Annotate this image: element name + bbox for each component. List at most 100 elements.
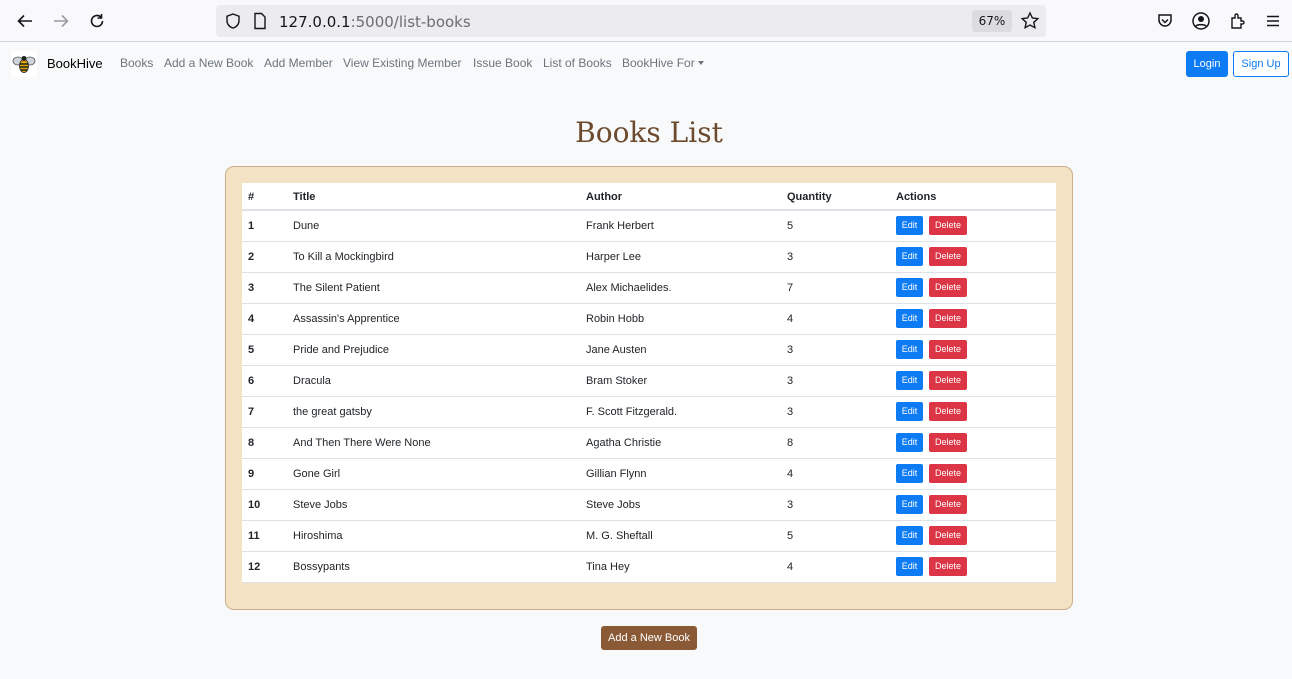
header-quantity: Quantity bbox=[787, 191, 832, 203]
row-title: Hiroshima bbox=[293, 530, 343, 542]
brand-name[interactable]: BookHive bbox=[47, 56, 103, 71]
table-row: 8 And Then There Were None Agatha Christie… bbox=[242, 428, 1056, 459]
row-title: Bossypants bbox=[293, 561, 350, 573]
row-author: F. Scott Fitzgerald. bbox=[586, 406, 678, 418]
row-quantity: 5 bbox=[787, 220, 794, 232]
delete-button[interactable]: Delete bbox=[929, 340, 967, 359]
delete-button[interactable]: Delete bbox=[929, 495, 967, 514]
signup-button[interactable]: Sign Up bbox=[1233, 51, 1289, 77]
row-number: 2 bbox=[248, 251, 255, 263]
row-title: Pride and Prejudice bbox=[293, 344, 390, 356]
edit-button[interactable]: Edit bbox=[896, 340, 923, 359]
delete-button[interactable]: Delete bbox=[929, 557, 967, 576]
login-button[interactable]: Login bbox=[1186, 51, 1228, 77]
table-row: 7 the great gatsby F. Scott Fitzgerald. 3 Ed… bbox=[242, 397, 1056, 428]
row-quantity: 3 bbox=[787, 406, 794, 418]
add-new-book-button[interactable]: Add a New Book bbox=[601, 626, 697, 650]
edit-button[interactable]: Edit bbox=[896, 216, 923, 235]
edit-button[interactable]: Edit bbox=[896, 247, 923, 266]
table-row: 6 Dracula Bram Stoker 3 Edit Delete bbox=[242, 366, 1056, 397]
row-quantity: 3 bbox=[787, 499, 794, 511]
row-author: Robin Hobb bbox=[586, 313, 645, 325]
edit-button[interactable]: Edit bbox=[896, 557, 923, 576]
books-panel: # Title Author Quantity Actions 1 Dune Fra… bbox=[225, 166, 1073, 610]
nav-link-add-member[interactable]: Add Member bbox=[264, 56, 333, 70]
url-host: 127.0.0.1 bbox=[279, 13, 351, 31]
nav-link-add-new-book[interactable]: Add a New Book bbox=[164, 56, 253, 70]
edit-button[interactable]: Edit bbox=[896, 278, 923, 297]
nav-dropdown-bookhive-for[interactable]: BookHive For bbox=[622, 56, 704, 70]
row-quantity: 7 bbox=[787, 282, 794, 294]
delete-button[interactable]: Delete bbox=[929, 433, 967, 452]
row-number: 10 bbox=[248, 499, 261, 511]
caret-down-icon bbox=[697, 61, 704, 65]
table-header: # Title Author Quantity Actions bbox=[242, 183, 1056, 211]
account-icon[interactable] bbox=[1188, 8, 1214, 34]
bee-logo-icon[interactable] bbox=[11, 51, 37, 77]
row-number: 3 bbox=[248, 282, 255, 294]
nav-link-books[interactable]: Books bbox=[120, 56, 153, 70]
row-author: Tina Hey bbox=[586, 561, 630, 573]
row-title: To Kill a Mockingbird bbox=[293, 251, 394, 263]
row-title: And Then There Were None bbox=[293, 437, 431, 449]
row-author: Steve Jobs bbox=[586, 499, 641, 511]
edit-button[interactable]: Edit bbox=[896, 495, 923, 514]
row-title: the great gatsby bbox=[293, 406, 372, 418]
delete-button[interactable]: Delete bbox=[929, 216, 967, 235]
reload-icon[interactable] bbox=[84, 8, 110, 34]
table-row: 5 Pride and Prejudice Jane Austen 3 Edit Dele… bbox=[242, 335, 1056, 366]
table-row: 4 Assassin's Apprentice Robin Hobb 4 Edit Del… bbox=[242, 304, 1056, 335]
table-row: 12 Bossypants Tina Hey 4 Edit Delete bbox=[242, 552, 1056, 583]
row-quantity: 3 bbox=[787, 344, 794, 356]
delete-button[interactable]: Delete bbox=[929, 309, 967, 328]
back-icon[interactable] bbox=[12, 8, 38, 34]
edit-button[interactable]: Edit bbox=[896, 433, 923, 452]
pocket-icon[interactable] bbox=[1152, 8, 1178, 34]
nav-link-list-of-books[interactable]: List of Books bbox=[543, 56, 612, 70]
delete-button[interactable]: Delete bbox=[929, 464, 967, 483]
shield-icon[interactable] bbox=[224, 12, 242, 35]
delete-button[interactable]: Delete bbox=[929, 402, 967, 421]
menu-icon[interactable] bbox=[1260, 8, 1286, 34]
edit-button[interactable]: Edit bbox=[896, 526, 923, 545]
row-quantity: 3 bbox=[787, 251, 794, 263]
page-icon bbox=[252, 12, 268, 35]
zoom-level[interactable]: 67% bbox=[972, 10, 1012, 32]
edit-button[interactable]: Edit bbox=[896, 309, 923, 328]
table-row: 1 Dune Frank Herbert 5 Edit Delete bbox=[242, 211, 1056, 242]
nav-link-view-existing-member[interactable]: View Existing Member bbox=[343, 56, 462, 70]
row-title: Steve Jobs bbox=[293, 499, 348, 511]
table-row: 3 The Silent Patient Alex Michaelides. 7 Edi… bbox=[242, 273, 1056, 304]
row-number: 5 bbox=[248, 344, 255, 356]
site-navbar: BookHive Books Add a New Book Add Member… bbox=[0, 42, 1292, 85]
row-title: Dracula bbox=[293, 375, 331, 387]
row-quantity: 3 bbox=[787, 375, 794, 387]
row-quantity: 4 bbox=[787, 313, 794, 325]
edit-button[interactable]: Edit bbox=[896, 464, 923, 483]
address-bar[interactable]: 127.0.0.1:5000/list-books 67% bbox=[216, 5, 1046, 37]
row-author: Agatha Christie bbox=[586, 437, 662, 449]
extensions-icon[interactable] bbox=[1224, 8, 1250, 34]
row-title: The Silent Patient bbox=[293, 282, 380, 294]
delete-button[interactable]: Delete bbox=[929, 371, 967, 390]
header-author: Author bbox=[586, 191, 623, 203]
edit-button[interactable]: Edit bbox=[896, 402, 923, 421]
table-row: 9 Gone Girl Gillian Flynn 4 Edit Delete bbox=[242, 459, 1056, 490]
row-author: Gillian Flynn bbox=[586, 468, 647, 480]
row-author: M. G. Sheftall bbox=[586, 530, 653, 542]
row-number: 9 bbox=[248, 468, 255, 480]
delete-button[interactable]: Delete bbox=[929, 278, 967, 297]
nav-link-issue-book[interactable]: Issue Book bbox=[473, 56, 532, 70]
bookmark-star-icon[interactable] bbox=[1020, 11, 1040, 36]
delete-button[interactable]: Delete bbox=[929, 247, 967, 266]
row-quantity: 8 bbox=[787, 437, 794, 449]
table-row: 11 Hiroshima M. G. Sheftall 5 Edit Delete bbox=[242, 521, 1056, 552]
header-number: # bbox=[248, 191, 255, 203]
delete-button[interactable]: Delete bbox=[929, 526, 967, 545]
edit-button[interactable]: Edit bbox=[896, 371, 923, 390]
url-text[interactable]: 127.0.0.1:5000/list-books bbox=[279, 13, 471, 31]
row-number: 8 bbox=[248, 437, 255, 449]
header-actions: Actions bbox=[896, 191, 937, 203]
books-table: # Title Author Quantity Actions 1 Dune Fra… bbox=[242, 183, 1056, 583]
forward-icon[interactable] bbox=[48, 8, 74, 34]
